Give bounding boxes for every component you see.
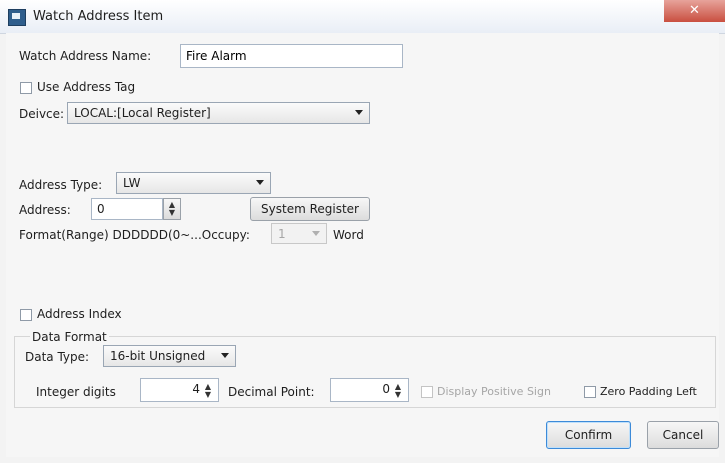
format-range-label: Format(Range) DDDDDD(0~...Occupy: — [19, 228, 250, 242]
address-type-label: Address Type: — [19, 178, 103, 192]
watch-address-name-label: Watch Address Name: — [19, 49, 152, 63]
use-address-tag-label: Use Address Tag — [37, 80, 136, 94]
occupy-unit-label: Word — [333, 228, 364, 242]
confirm-button[interactable]: Confirm — [546, 421, 631, 449]
data-format-group-label: Data Format — [30, 330, 109, 344]
spin-down-icon[interactable]: ▼ — [203, 391, 213, 399]
chevron-down-icon — [221, 353, 229, 358]
address-input-value: 0 — [97, 202, 105, 216]
use-address-tag-checkbox[interactable] — [20, 82, 32, 94]
device-select-value: LOCAL:[Local Register] — [74, 106, 211, 120]
display-positive-sign-label: Display Positive Sign — [437, 385, 551, 398]
address-index-checkbox[interactable] — [20, 309, 32, 321]
chevron-down-icon — [256, 180, 264, 185]
zero-padding-left-checkbox[interactable] — [584, 386, 596, 398]
watch-address-name-input[interactable] — [180, 44, 403, 68]
address-input[interactable]: 0 — [91, 198, 163, 220]
spin-down-icon: ▼ — [168, 208, 176, 217]
data-type-select[interactable]: 16-bit Unsigned — [103, 345, 236, 367]
zero-padding-left-label: Zero Padding Left — [600, 385, 697, 398]
title-bar: Watch Address Item ✕ — [0, 0, 725, 34]
integer-digits-label: Integer digits — [36, 385, 116, 399]
spin-down-icon[interactable]: ▼ — [393, 391, 403, 399]
chevron-down-icon — [312, 231, 320, 236]
address-type-select-value: LW — [123, 176, 141, 190]
decimal-point-label: Decimal Point: — [228, 385, 315, 399]
address-label: Address: — [19, 203, 71, 217]
device-select[interactable]: LOCAL:[Local Register] — [67, 102, 370, 124]
address-index-label: Address Index — [37, 307, 122, 321]
data-type-select-value: 16-bit Unsigned — [110, 349, 206, 363]
occupy-select[interactable]: 1 — [271, 223, 327, 244]
display-positive-sign-checkbox[interactable] — [421, 386, 433, 398]
chevron-down-icon — [355, 110, 363, 115]
data-type-label: Data Type: — [25, 350, 90, 364]
address-type-select[interactable]: LW — [116, 172, 271, 194]
cancel-button[interactable]: Cancel — [647, 421, 719, 449]
address-spinner[interactable]: ▲ ▼ — [163, 198, 181, 220]
device-label: Deivce: — [19, 107, 65, 121]
integer-digits-value: 4 — [192, 382, 200, 396]
app-window-icon — [8, 9, 26, 26]
decimal-point-value: 0 — [382, 382, 390, 396]
close-icon[interactable]: ✕ — [664, 0, 725, 22]
window-title: Watch Address Item — [33, 9, 164, 24]
occupy-select-value: 1 — [278, 227, 286, 241]
system-register-button[interactable]: System Register — [250, 197, 370, 221]
